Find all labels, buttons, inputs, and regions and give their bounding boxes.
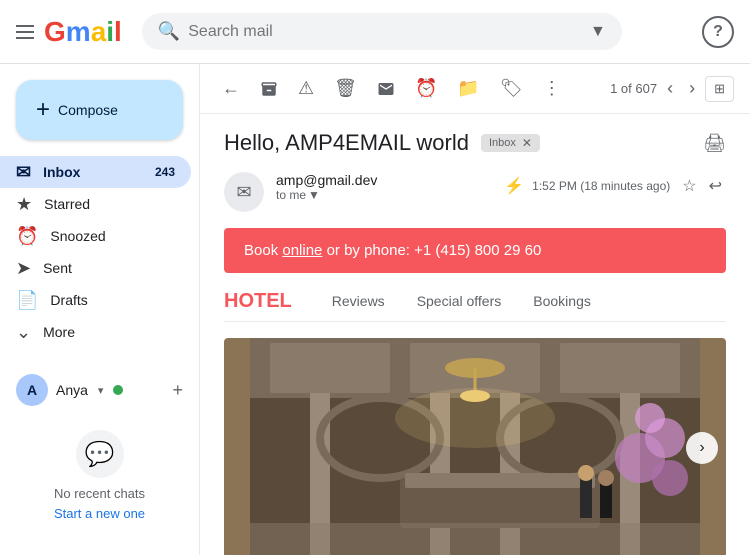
hotel-image	[224, 338, 726, 555]
no-chat-placeholder-icon: 💬	[76, 430, 124, 478]
sidebar-item-inbox[interactable]: ✉ Inbox 243	[0, 156, 191, 188]
sender-name: amp@gmail.dev	[276, 172, 492, 188]
sender-info: amp@gmail.dev to me ▼	[276, 172, 492, 202]
inbox-label-badge: Inbox ✕	[481, 134, 540, 152]
sidebar-item-more-label: More	[43, 324, 75, 340]
expand-more-icon: ⌄	[16, 322, 31, 343]
email-area: ← ⚠ 🗑 ⏰ 📁 🏷 ⋮ 1 of 607 ‹ › ⊞	[200, 64, 750, 555]
sidebar-item-snoozed-label: Snoozed	[50, 228, 105, 244]
remove-inbox-label-button[interactable]: ✕	[522, 136, 532, 150]
inbox-badge-text: Inbox	[489, 137, 516, 149]
compose-label: Compose	[58, 102, 118, 118]
inbox-icon: ✉	[16, 162, 31, 183]
print-button[interactable]: 🖨	[703, 133, 726, 154]
search-input[interactable]	[188, 23, 582, 41]
logo-m-icon: Gmail	[44, 16, 122, 48]
sidebar-item-more[interactable]: ⌄ More	[0, 316, 191, 348]
sidebar: + Compose ✉ Inbox 243 ★ Starred ⏰ Snooze…	[0, 64, 200, 555]
sender-avatar: ✉	[224, 172, 264, 212]
sidebar-item-inbox-label: Inbox	[43, 164, 80, 180]
star-email-button[interactable]: ☆	[678, 172, 700, 200]
compose-plus-icon: +	[36, 96, 50, 124]
sidebar-item-drafts[interactable]: 📄 Drafts	[0, 284, 191, 316]
hotel-label: HOTEL	[224, 290, 292, 313]
email-toolbar: ← ⚠ 🗑 ⏰ 📁 🏷 ⋮ 1 of 607 ‹ › ⊞	[200, 64, 750, 114]
hamburger-menu[interactable]	[16, 25, 34, 39]
sidebar-item-starred-label: Starred	[44, 196, 90, 212]
email-meta-right: ⚡ 1:52 PM (18 minutes ago) ☆ ↩	[504, 172, 726, 200]
user-section[interactable]: A Anya ▾ +	[0, 366, 199, 414]
report-spam-button[interactable]: ⚠	[292, 72, 320, 105]
send-icon: ➤	[16, 258, 31, 279]
back-button[interactable]: ←	[216, 72, 246, 105]
email-action-icons: ☆ ↩	[678, 172, 726, 200]
pagination: 1 of 607 ‹ › ⊞	[610, 72, 734, 105]
lightning-icon: ⚡	[504, 176, 524, 196]
email-subject: Hello, AMP4EMAIL world	[224, 130, 469, 156]
delete-button[interactable]: 🗑	[328, 72, 363, 105]
to-me-dropdown-icon[interactable]: ▼	[308, 188, 320, 202]
avatar: A	[16, 374, 48, 406]
sidebar-item-starred[interactable]: ★ Starred	[0, 188, 191, 220]
sidebar-item-drafts-label: Drafts	[50, 292, 87, 308]
email-subject-row: Hello, AMP4EMAIL world Inbox ✕ 🖨	[224, 130, 726, 156]
to-me-field[interactable]: to me ▼	[276, 188, 492, 202]
move-to-button[interactable]: 📁	[451, 72, 485, 105]
sidebar-item-snoozed[interactable]: ⏰ Snoozed	[0, 220, 191, 252]
start-chat-link[interactable]: Start a new one	[54, 506, 145, 521]
add-account-button[interactable]: +	[172, 380, 183, 401]
help-button[interactable]: ?	[702, 16, 734, 48]
email-view: Hello, AMP4EMAIL world Inbox ✕ 🖨 ✉ amp@g…	[200, 114, 750, 555]
grid-view-button[interactable]: ⊞	[705, 76, 734, 102]
hotel-tabs: HOTEL Reviews Special offers Bookings	[224, 289, 726, 322]
gmail-logo: Gmail	[44, 16, 122, 48]
prev-email-button[interactable]: ‹	[661, 72, 679, 105]
compose-button[interactable]: + Compose	[16, 80, 183, 140]
snooze-button[interactable]: ⏰	[409, 72, 443, 105]
mark-unread-button[interactable]	[371, 74, 401, 104]
email-timestamp: 1:52 PM (18 minutes ago)	[532, 179, 670, 193]
search-dropdown-icon[interactable]: ▼	[590, 23, 606, 41]
inbox-badge-count: 243	[155, 165, 175, 179]
bookings-tab[interactable]: Bookings	[517, 289, 607, 313]
more-actions-button[interactable]: ⋮	[537, 72, 567, 105]
hotel-image-area: ›	[224, 338, 726, 555]
sidebar-item-sent-label: Sent	[43, 260, 72, 276]
search-icon: 🔍	[158, 21, 180, 42]
snooze-icon: ⏰	[16, 226, 38, 247]
sidebar-bottom: A Anya ▾ + 💬 No recent chats Start a new…	[0, 358, 199, 547]
drafts-icon: 📄	[16, 290, 38, 311]
book-text: Book	[244, 242, 282, 259]
sidebar-item-sent[interactable]: ➤ Sent	[0, 252, 191, 284]
to-me-text: to me	[276, 188, 306, 202]
no-chats-text: No recent chats	[8, 486, 191, 501]
main-layout: + Compose ✉ Inbox 243 ★ Starred ⏰ Snooze…	[0, 64, 750, 555]
book-online-link[interactable]: online	[282, 242, 322, 259]
reviews-tab[interactable]: Reviews	[316, 289, 401, 313]
image-next-button[interactable]: ›	[686, 432, 718, 464]
user-name: Anya	[56, 382, 88, 398]
pagination-text: 1 of 607	[610, 81, 657, 96]
top-bar: Gmail 🔍 ▼ ?	[0, 0, 750, 64]
top-right-actions: ?	[702, 16, 734, 48]
book-rest-text: or by phone: +1 (415) 800 29 60	[322, 242, 541, 259]
archive-button[interactable]	[254, 74, 284, 104]
user-dropdown-icon[interactable]: ▾	[98, 384, 104, 397]
search-bar[interactable]: 🔍 ▼	[142, 13, 622, 50]
star-icon: ★	[16, 194, 32, 215]
online-status-dot	[113, 385, 123, 395]
reply-button[interactable]: ↩	[705, 172, 726, 200]
special-offers-tab[interactable]: Special offers	[401, 289, 518, 313]
labels-button[interactable]: 🏷	[494, 72, 529, 105]
chat-section: 💬 No recent chats Start a new one	[0, 414, 199, 539]
book-banner: Book online or by phone: +1 (415) 800 29…	[224, 228, 726, 273]
email-meta: ✉ amp@gmail.dev to me ▼ ⚡ 1:52 PM (18 mi…	[224, 172, 726, 212]
next-email-button[interactable]: ›	[683, 72, 701, 105]
